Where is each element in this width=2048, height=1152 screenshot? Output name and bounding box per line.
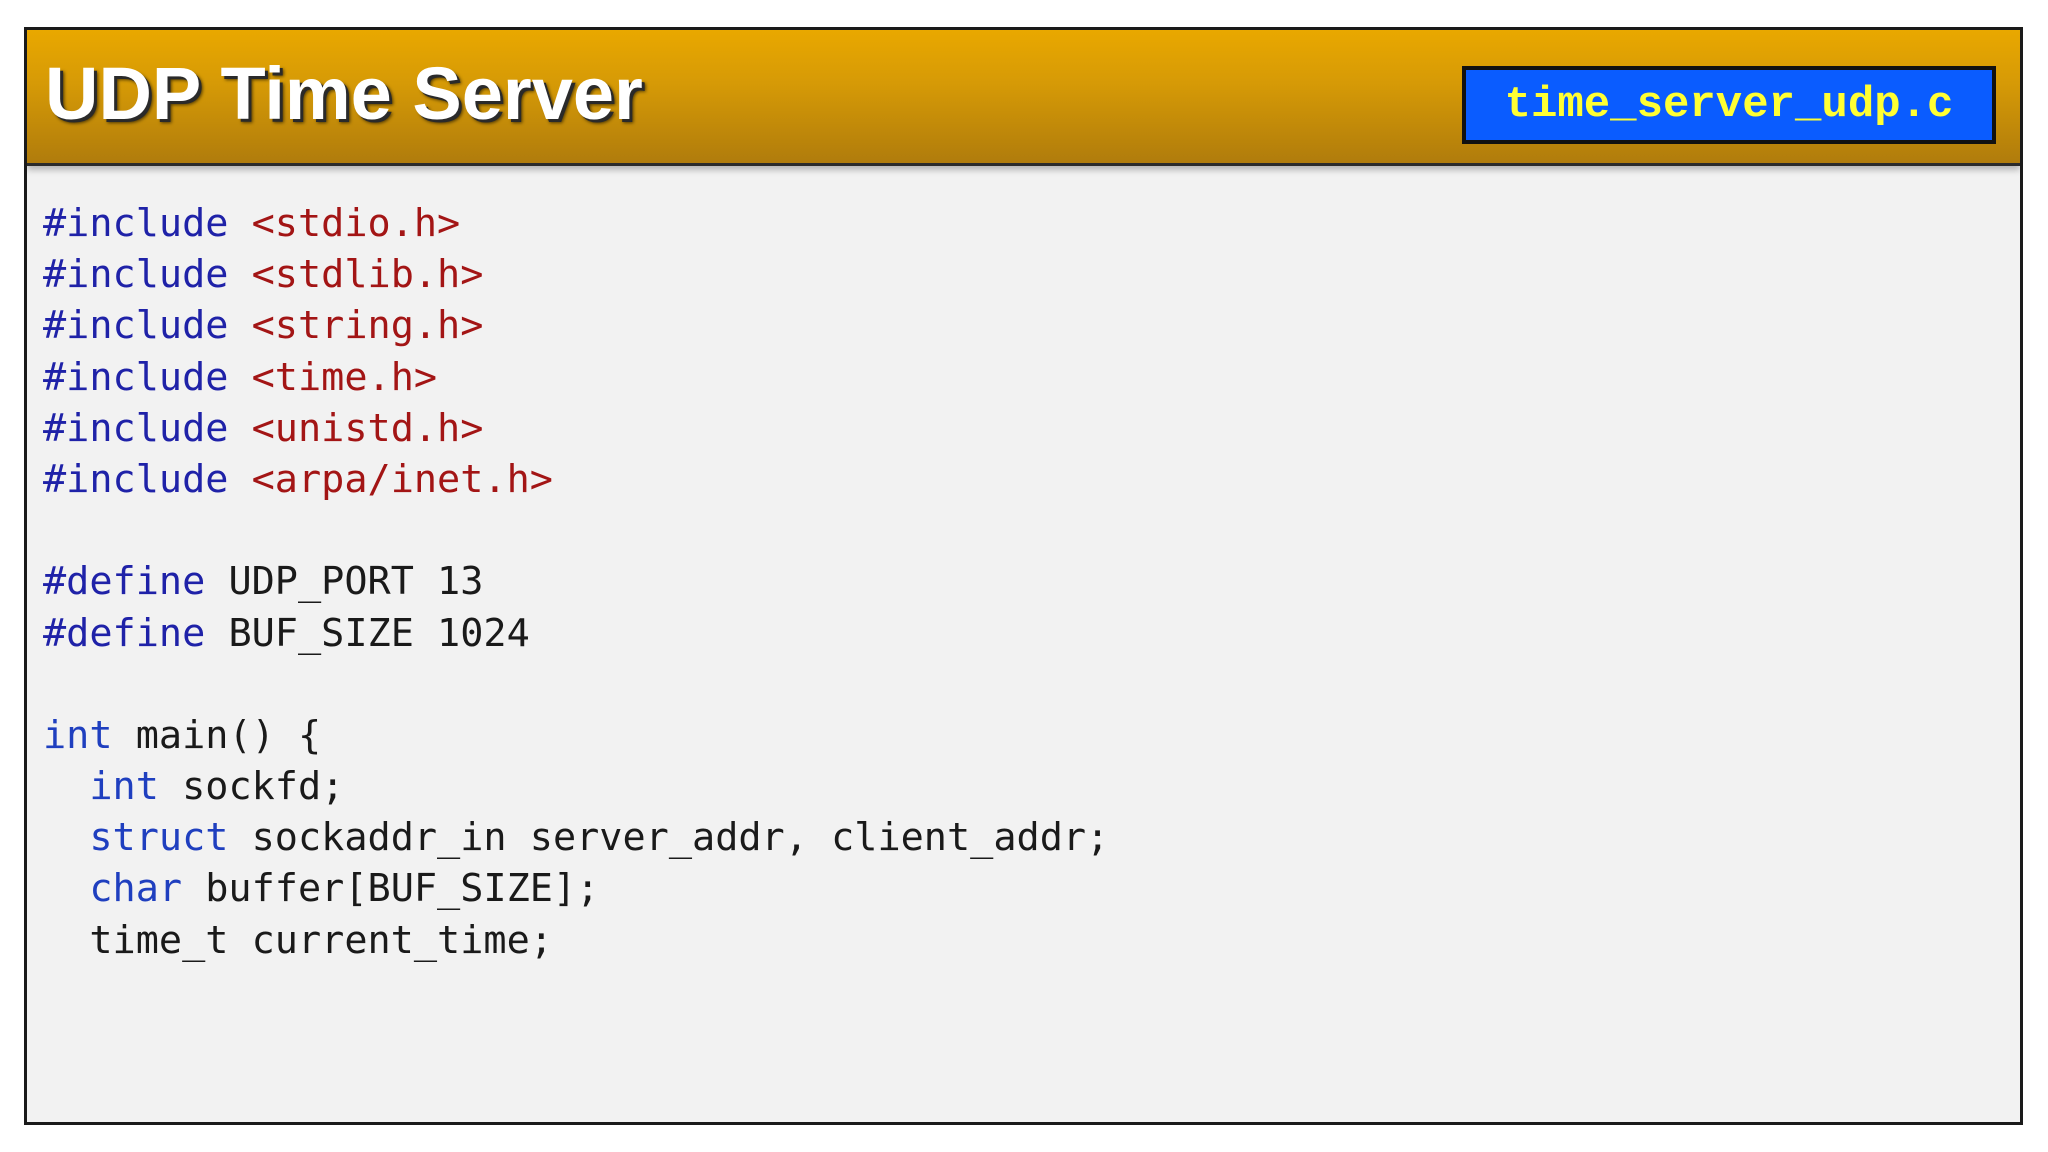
- code-header-name: <stdlib.h>: [251, 252, 484, 298]
- slide-title: UDP Time Server: [45, 52, 643, 135]
- code-keyword: #include: [43, 303, 229, 349]
- code-text: main() {: [112, 712, 322, 758]
- code-line: #include <unistd.h>: [43, 403, 1109, 454]
- code-line: #include <time.h>: [43, 352, 1109, 403]
- code-keyword: #include: [43, 456, 229, 502]
- code-keyword: #include: [43, 354, 229, 400]
- code-header-name: <time.h>: [251, 354, 438, 400]
- code-text: sockfd;: [158, 764, 345, 810]
- slide-header: UDP Time Server time_server_udp.c: [27, 30, 2020, 166]
- filename-badge: time_server_udp.c: [1462, 66, 1996, 144]
- filename-label: time_server_udp.c: [1504, 80, 1954, 130]
- code-header-name: <arpa/inet.h>: [251, 456, 553, 502]
- code-line: time_t current_time;: [43, 915, 1109, 966]
- slide: UDP Time Server time_server_udp.c #inclu…: [24, 27, 2023, 1125]
- code-header-name: <stdio.h>: [251, 201, 461, 246]
- code-header-name: <unistd.h>: [251, 405, 484, 451]
- code-line: #include <arpa/inet.h>: [43, 454, 1109, 505]
- code-keyword: #include: [43, 201, 229, 246]
- code-text: BUF_SIZE 1024: [205, 610, 530, 656]
- code-line: #define UDP_PORT 13: [43, 556, 1109, 607]
- code-text: buffer[BUF_SIZE];: [182, 866, 600, 912]
- code-keyword: #define: [43, 610, 206, 656]
- code-keyword: int: [43, 712, 113, 758]
- code-keyword: #define: [43, 559, 206, 605]
- code-keyword: char: [89, 866, 183, 912]
- code-text: time_t current_time;: [43, 917, 553, 963]
- code-line: struct sockaddr_in server_addr, client_a…: [43, 812, 1109, 863]
- code-keyword: #include: [43, 405, 229, 451]
- code-text: sockaddr_in server_addr, client_addr;: [228, 815, 1110, 861]
- code-line: int sockfd;: [43, 761, 1109, 812]
- code-keyword: struct: [89, 815, 229, 861]
- code-line: char buffer[BUF_SIZE];: [43, 863, 1109, 914]
- code-keyword: int: [89, 764, 159, 810]
- code-line: #define BUF_SIZE 1024: [43, 608, 1109, 659]
- code-line: int main() {: [43, 710, 1109, 761]
- code-line: #include <stdio.h>: [43, 198, 1109, 249]
- code-keyword: #include: [43, 252, 229, 298]
- code-text: UDP_PORT 13: [205, 559, 484, 605]
- code-line: #include <string.h>: [43, 300, 1109, 351]
- code-block: #include <stdio.h> #include <stdlib.h> #in…: [43, 198, 1109, 966]
- code-line: #include <stdlib.h>: [43, 249, 1109, 300]
- code-header-name: <string.h>: [251, 303, 484, 349]
